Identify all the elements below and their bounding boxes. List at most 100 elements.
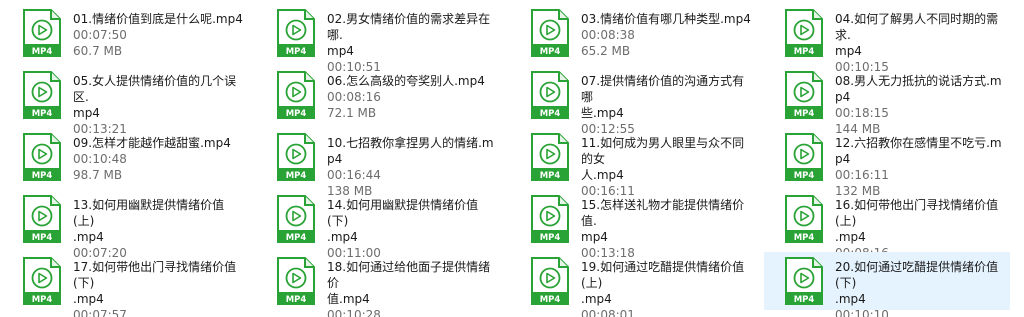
- mp4-badge-label: MP4: [32, 47, 53, 57]
- file-name-line: 19.如何通过吃醋提供情绪价值(上): [581, 260, 745, 290]
- file-name-line: 值.mp4: [327, 292, 370, 306]
- file-duration: 00:08:38: [581, 28, 635, 42]
- file-item[interactable]: MP4 10.七招教你拿捏男人的情绪.mp4 00:16:44 138 MB: [256, 128, 502, 198]
- file-name-line: 01.情绪价值到底是什么呢.mp4: [73, 12, 243, 26]
- file-duration: 00:10:48: [73, 152, 127, 166]
- file-name-line: 15.怎样送礼物才能提供情绪价值.: [581, 198, 745, 228]
- file-item[interactable]: MP4 12.六招教你在感情里不吃亏.mp4 00:16:11 132 MB: [764, 128, 1010, 198]
- mp4-file-icon: MP4: [22, 133, 62, 181]
- file-item[interactable]: MP4 04.如何了解男人不同时期的需求. mp4 00:10:15: [764, 4, 1010, 74]
- file-item[interactable]: MP4 18.如何通过给他面子提供情绪价 值.mp4 00:10:28: [256, 252, 502, 317]
- file-name-line: .mp4: [73, 230, 104, 244]
- file-item[interactable]: MP4 14.如何用幽默提供情绪价值(下) .mp4 00:11:00: [256, 190, 502, 260]
- file-item[interactable]: MP4 06.怎么高级的夸奖别人.mp4 00:08:16 72.1 MB: [256, 66, 502, 124]
- mp4-file-icon: MP4: [530, 71, 570, 119]
- file-name-line: 11.如何成为男人眼里与众不同的女: [581, 136, 745, 166]
- file-name-line: 13.如何用幽默提供情绪价值(上): [73, 198, 225, 228]
- mp4-file-icon: MP4: [530, 9, 570, 57]
- file-name-line: mp4: [581, 230, 608, 244]
- file-name-line: 03.情绪价值有哪几种类型.mp4: [581, 12, 751, 26]
- file-duration: 00:16:44: [327, 168, 381, 182]
- file-item[interactable]: MP4 05.女人提供情绪价值的几个误区. mp4 00:13:21: [2, 66, 248, 136]
- mp4-badge-label: MP4: [32, 233, 53, 243]
- file-meta: 18.如何通过给他面子提供情绪价 值.mp4 00:10:28: [327, 259, 499, 317]
- file-name-line: 16.如何带他出门寻找情绪价值(上): [835, 198, 999, 228]
- file-name-line: 20.如何通过吃醋提供情绪价值(下): [835, 260, 999, 290]
- file-item[interactable]: MP4 07.提供情绪价值的沟通方式有哪 些.mp4 00:12:55: [510, 66, 756, 136]
- file-item[interactable]: MP4 16.如何带他出门寻找情绪价值(上).mp400:08:16: [764, 190, 1010, 260]
- mp4-badge-label: MP4: [286, 171, 307, 181]
- mp4-badge-label: MP4: [794, 171, 815, 181]
- file-name-line: 07.提供情绪价值的沟通方式有哪: [581, 74, 745, 104]
- mp4-badge-label: MP4: [286, 295, 307, 305]
- file-name-line: 些.mp4: [581, 106, 624, 120]
- file-item[interactable]: MP4 17.如何带他出门寻找情绪价值(下) .mp4 00:07:57: [2, 252, 248, 317]
- mp4-badge-label: MP4: [32, 295, 53, 305]
- file-item[interactable]: MP4 15.怎样送礼物才能提供情绪价值. mp4 00:13:18: [510, 190, 756, 260]
- file-grid: MP4 01.情绪价值到底是什么呢.mp4 00:07:50 60.7 MB MP4…: [0, 0, 1024, 317]
- file-meta: 17.如何带他出门寻找情绪价值(下) .mp4 00:07:57: [73, 259, 245, 317]
- file-name-line: .mp4: [835, 292, 866, 306]
- mp4-file-icon: MP4: [530, 257, 570, 305]
- mp4-file-icon: MP4: [22, 71, 62, 119]
- mp4-badge-label: MP4: [794, 47, 815, 57]
- mp4-file-icon: MP4: [784, 195, 824, 243]
- mp4-badge-label: MP4: [32, 171, 53, 181]
- file-name-line: mp4: [835, 44, 862, 58]
- file-name-line: 02.男女情绪价值的需求差异在哪.: [327, 12, 491, 42]
- file-item[interactable]: MP4 09.怎样才能越作越甜蜜.mp4 00:10:48 98.7 MB: [2, 128, 248, 186]
- file-duration: 00:07:57: [73, 308, 127, 317]
- mp4-file-icon: MP4: [22, 195, 62, 243]
- file-name-line: 14.如何用幽默提供情绪价值(下): [327, 198, 479, 228]
- file-name-line: mp4: [327, 44, 354, 58]
- mp4-badge-label: MP4: [540, 171, 561, 181]
- mp4-badge-label: MP4: [540, 233, 561, 243]
- mp4-file-icon: MP4: [784, 257, 824, 305]
- mp4-file-icon: MP4: [276, 195, 316, 243]
- file-duration: 00:08:16: [327, 90, 381, 104]
- file-name-line: 人.mp4: [581, 168, 624, 182]
- file-duration: 00:07:50: [73, 28, 127, 42]
- mp4-badge-label: MP4: [540, 295, 561, 305]
- file-item[interactable]: MP4 08.男人无力抵抗的说话方式.mp4 00:18:15 144 MB: [764, 66, 1010, 136]
- file-size: 65.2 MB: [581, 44, 631, 58]
- file-item[interactable]: MP4 02.男女情绪价值的需求差异在哪. mp4 00:10:51: [256, 4, 502, 74]
- file-meta: 20.如何通过吃醋提供情绪价值(下) .mp4 00:10:10: [835, 259, 1007, 317]
- mp4-file-icon: MP4: [276, 9, 316, 57]
- file-name-line: 08.男人无力抵抗的说话方式.mp4: [835, 74, 1002, 104]
- mp4-file-icon: MP4: [784, 133, 824, 181]
- file-size: 98.7 MB: [73, 168, 123, 182]
- file-size: 60.7 MB: [73, 44, 123, 58]
- file-size: 72.1 MB: [327, 106, 377, 120]
- file-meta: 19.如何通过吃醋提供情绪价值(上) .mp4 00:08:01: [581, 259, 753, 317]
- mp4-file-icon: MP4: [276, 257, 316, 305]
- file-name-line: 09.怎样才能越作越甜蜜.mp4: [73, 136, 231, 150]
- file-name-line: 04.如何了解男人不同时期的需求.: [835, 12, 999, 42]
- mp4-badge-label: MP4: [794, 233, 815, 243]
- file-duration: 00:10:10: [835, 308, 889, 317]
- file-name-line: 12.六招教你在感情里不吃亏.mp4: [835, 136, 1002, 166]
- file-name-line: 10.七招教你拿捏男人的情绪.mp4: [327, 136, 494, 166]
- file-name-line: .mp4: [73, 292, 104, 306]
- file-duration: 00:10:28: [327, 308, 381, 317]
- file-name-line: 05.女人提供情绪价值的几个误区.: [73, 74, 237, 104]
- mp4-file-icon: MP4: [276, 71, 316, 119]
- file-name-line: 17.如何带他出门寻找情绪价值(下): [73, 260, 237, 290]
- file-name-line: 06.怎么高级的夸奖别人.mp4: [327, 74, 485, 88]
- mp4-badge-label: MP4: [32, 109, 53, 119]
- file-item[interactable]: MP4 03.情绪价值有哪几种类型.mp4 00:08:38 65.2 MB: [510, 4, 756, 62]
- file-duration: 00:18:15: [835, 106, 889, 120]
- file-item[interactable]: MP4 20.如何通过吃醋提供情绪价值(下) .mp4 00:10:10: [764, 252, 1010, 317]
- file-item[interactable]: MP4 19.如何通过吃醋提供情绪价值(上) .mp4 00:08:01: [510, 252, 756, 317]
- mp4-file-icon: MP4: [530, 133, 570, 181]
- file-item[interactable]: MP4 01.情绪价值到底是什么呢.mp4 00:07:50 60.7 MB: [2, 4, 248, 62]
- mp4-badge-label: MP4: [286, 47, 307, 57]
- file-item[interactable]: MP4 11.如何成为男人眼里与众不同的女 人.mp4 00:16:11: [510, 128, 756, 198]
- mp4-file-icon: MP4: [530, 195, 570, 243]
- file-item[interactable]: MP4 13.如何用幽默提供情绪价值(上) .mp4 00:07:20: [2, 190, 248, 260]
- mp4-badge-label: MP4: [794, 109, 815, 119]
- file-meta: 06.怎么高级的夸奖别人.mp4 00:08:16 72.1 MB: [327, 73, 499, 121]
- file-name-line: .mp4: [581, 292, 612, 306]
- mp4-file-icon: MP4: [784, 71, 824, 119]
- mp4-file-icon: MP4: [22, 257, 62, 305]
